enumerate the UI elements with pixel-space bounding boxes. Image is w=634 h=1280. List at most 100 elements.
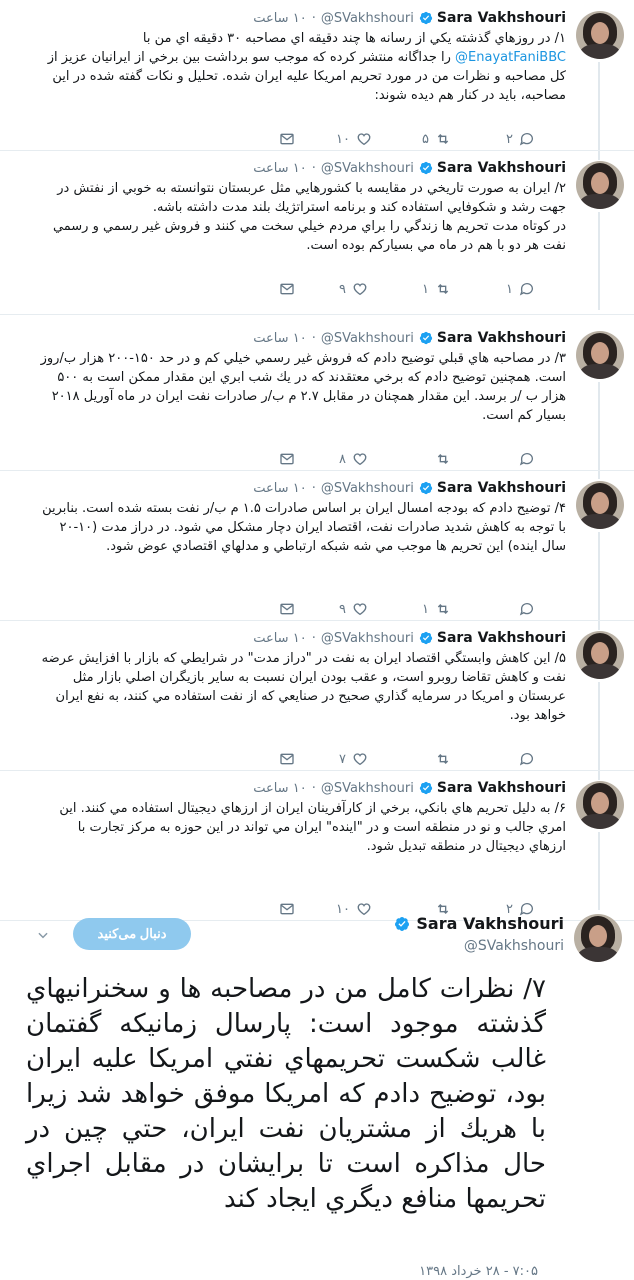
tweet-text: ۳/ در مصاحبه هاي قبلي توضيح دادم كه فروش… (40, 351, 566, 423)
user-name[interactable]: Sara Vakhshouri (437, 630, 566, 646)
retweet-button[interactable] (419, 749, 451, 769)
tweet-header: Sara Vakhshouri @SVakhshouri · ۱۰ ساعت (253, 628, 566, 648)
like-button[interactable]: ۹ (336, 599, 368, 619)
tweet-time[interactable]: ۱۰ ساعت (253, 781, 306, 796)
retweet-button[interactable]: ۱ (419, 599, 451, 619)
reply-button[interactable] (503, 749, 535, 769)
message-icon (280, 603, 294, 615)
tweet-text: ۲/ ايران به صورت تاريخي در مقايسه با كشو… (52, 181, 566, 253)
direct-message-button[interactable] (279, 129, 295, 149)
verified-badge-icon (395, 916, 410, 931)
separator-dot: · (311, 160, 316, 176)
like-count: ۹ (339, 281, 346, 297)
tweet-header: Sara Vakhshouri @SVakhshouri · ۱۰ ساعت (253, 478, 566, 498)
tweet-header: Sara Vakhshouri @SVakhshouri · ۱۰ ساعت (253, 778, 566, 798)
user-name[interactable]: Sara Vakhshouri (437, 160, 566, 176)
retweet-button[interactable]: ۵ (419, 129, 451, 149)
user-name[interactable]: Sara Vakhshouri (437, 10, 566, 26)
user-handle[interactable]: @SVakhshouri (321, 11, 414, 26)
tweet-time[interactable]: ۱۰ ساعت (253, 631, 306, 646)
direct-message-button[interactable] (279, 599, 295, 619)
like-count: ۹ (339, 601, 346, 617)
reply-icon (519, 133, 533, 146)
retweet-count: ۱ (422, 601, 429, 617)
like-button[interactable]: ۸ (336, 449, 368, 469)
user-name[interactable]: Sara Vakhshouri (437, 480, 566, 496)
separator-dot: · (311, 630, 316, 646)
verified-badge-icon (419, 631, 432, 645)
tweet-time[interactable]: ۱۰ ساعت (253, 481, 306, 496)
direct-message-button[interactable] (279, 749, 295, 769)
thread-tweet[interactable]: Sara Vakhshouri @SVakhshouri · ۱۰ ساعت ۳… (0, 320, 634, 470)
message-icon (280, 453, 294, 465)
retweet-count: ۵ (422, 131, 429, 147)
avatar[interactable] (576, 631, 624, 679)
reply-icon (519, 453, 533, 466)
user-handle[interactable]: @SVakhshouri (464, 938, 564, 954)
thread-tweet[interactable]: Sara Vakhshouri @SVakhshouri · ۱۰ ساعت ۵… (0, 620, 634, 770)
message-icon (280, 283, 294, 295)
user-handle[interactable]: @SVakhshouri (321, 161, 414, 176)
user-name-row[interactable]: Sara Vakhshouri (394, 914, 564, 933)
reply-icon (519, 283, 533, 296)
reply-button[interactable]: ۲ (503, 129, 535, 149)
retweet-icon (437, 284, 449, 294)
tweet-header: Sara Vakhshouri @SVakhshouri · ۱۰ ساعت (253, 8, 566, 28)
direct-message-button[interactable] (279, 279, 295, 299)
retweet-icon (437, 754, 449, 764)
reply-button[interactable] (503, 449, 535, 469)
thread-tweet[interactable]: Sara Vakhshouri @SVakhshouri · ۱۰ ساعت ۴… (0, 470, 634, 620)
focused-tweet-timestamp[interactable]: ۷:۰۵ - ۲۸ خرداد ۱۳۹۸ (419, 1264, 538, 1279)
avatar[interactable] (576, 161, 624, 209)
separator-dot: · (311, 10, 316, 26)
tweet-time[interactable]: ۱۰ ساعت (253, 161, 306, 176)
user-handle[interactable]: @SVakhshouri (321, 631, 414, 646)
direct-message-button[interactable] (279, 449, 295, 469)
user-handle[interactable]: @SVakhshouri (321, 781, 414, 796)
user-handle[interactable]: @SVakhshouri (321, 481, 414, 496)
user-name[interactable]: Sara Vakhshouri (437, 330, 566, 346)
retweet-button[interactable]: ۱ (419, 279, 451, 299)
mention-link[interactable]: @EnayatFaniBBC (455, 50, 566, 65)
tweet-text: ۵/ اين كاهش وابستگي اقتصاد ايران به نفت … (41, 651, 566, 723)
separator-dot: · (311, 480, 316, 496)
tweet-actions: ۷ (0, 749, 634, 769)
tweet-actions: ۲ ۵ ۱۰ (0, 129, 634, 149)
thread-tweet[interactable]: Sara Vakhshouri @SVakhshouri · ۱۰ ساعت ۱… (0, 0, 634, 150)
like-button[interactable]: ۷ (336, 749, 368, 769)
verified-badge-icon (419, 481, 432, 495)
like-icon (353, 453, 367, 466)
like-button[interactable]: ۹ (336, 279, 368, 299)
like-icon (353, 753, 367, 766)
like-button[interactable]: ۱۰ (336, 129, 372, 149)
like-icon (353, 603, 367, 616)
chevron-down-icon[interactable] (36, 928, 50, 942)
avatar[interactable] (576, 781, 624, 829)
avatar[interactable] (576, 11, 624, 59)
retweet-count: ۱ (422, 281, 429, 297)
reply-count: ۱ (506, 281, 513, 297)
tweet-actions: ۱ ۱ ۹ (0, 279, 634, 299)
user-name[interactable]: Sara Vakhshouri (437, 780, 566, 796)
reply-button[interactable] (503, 599, 535, 619)
avatar[interactable] (576, 331, 624, 379)
user-handle[interactable]: @SVakhshouri (321, 331, 414, 346)
message-icon (280, 753, 294, 765)
retweet-icon (437, 454, 449, 464)
tweet-text: ۱/ در روزهاي گذشته يكي از رسانه ها چند د… (47, 31, 566, 103)
reply-icon (519, 603, 533, 616)
separator-dot: · (311, 780, 316, 796)
tweet-time[interactable]: ۱۰ ساعت (253, 11, 306, 26)
reply-button[interactable]: ۱ (503, 279, 535, 299)
avatar[interactable] (576, 481, 624, 529)
tweet-time[interactable]: ۱۰ ساعت (253, 331, 306, 346)
retweet-button[interactable] (419, 449, 451, 469)
thread-tweet[interactable]: Sara Vakhshouri @SVakhshouri · ۱۰ ساعت ۲… (0, 150, 634, 300)
avatar[interactable] (574, 914, 622, 962)
retweet-icon (437, 134, 449, 144)
like-icon (357, 133, 371, 146)
tweet-header: Sara Vakhshouri @SVakhshouri · ۱۰ ساعت (253, 328, 566, 348)
tweet-text: ۶/ به دليل تحريم هاي بانكي، برخي از كارآ… (59, 801, 566, 854)
following-button[interactable]: دنبال می‌کنید (73, 918, 191, 950)
user-name[interactable]: Sara Vakhshouri (416, 914, 564, 933)
